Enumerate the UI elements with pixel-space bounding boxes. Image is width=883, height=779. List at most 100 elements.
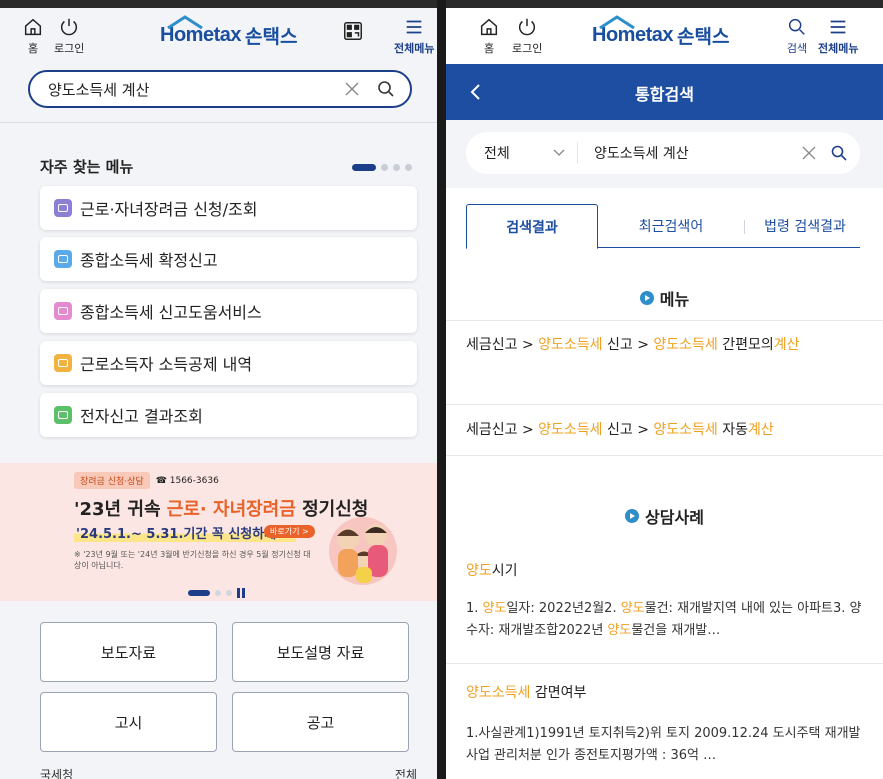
- clear-icon[interactable]: [342, 79, 362, 99]
- menu-item-icon: [54, 199, 72, 217]
- case-section-title: 상담사례: [446, 504, 883, 528]
- all-menu-label: 전체메뉴: [818, 42, 859, 55]
- all-menu-button[interactable]: 전체메뉴: [394, 16, 434, 56]
- home-label: 홈: [483, 42, 495, 55]
- status-bar: [0, 0, 437, 8]
- banner-pager[interactable]: [188, 588, 247, 598]
- frequent-menu-item[interactable]: 종합소득세 신고도움서비스: [40, 289, 417, 333]
- menu-result-text: 세금신고 > 양도소득세 신고 > 양도소득세 자동계산: [466, 422, 774, 438]
- pager-dot[interactable]: [381, 164, 388, 171]
- search-button[interactable]: 검색: [786, 16, 808, 56]
- case-body[interactable]: 1. 양도일자: 2022년2월2. 양도물건: 재개발지역 내에 있는 아파트…: [466, 598, 864, 642]
- logo-kr-text: 손택스: [244, 25, 298, 48]
- search-icon[interactable]: [376, 79, 396, 99]
- search-input[interactable]: 양도소득세 계산: [578, 143, 800, 163]
- frequent-menu-title: 자주 찾는 메뉴: [40, 158, 134, 176]
- banner-dot[interactable]: [188, 590, 210, 596]
- home-screen: 홈 로그인 Hometax 손택스 전체메뉴 양도소득세 계산 자주 찾는 메뉴…: [0, 0, 437, 779]
- menu-section-title: 메뉴: [446, 286, 883, 310]
- press-release-label: 보도자료: [100, 643, 157, 662]
- bottom-left-text: 국세청: [40, 768, 74, 779]
- roof-icon: [599, 15, 635, 29]
- hamburger-icon: [830, 20, 846, 34]
- tab-recent-keywords[interactable]: 최근검색어: [606, 204, 736, 248]
- frequent-menu-item[interactable]: 전자신고 결과조회: [40, 393, 417, 437]
- search-value: 양도소득세 계산: [48, 80, 150, 99]
- frequent-menu-item[interactable]: 종합소득세 확정신고: [40, 237, 417, 281]
- section-title-text: 상담사례: [645, 508, 704, 527]
- login-button[interactable]: 로그인: [54, 16, 84, 56]
- banner-period: '24.5.1.~ 5.31.기간 꼭 신청하세요!: [74, 523, 297, 542]
- result-tabs: 검색결과 최근검색어 법령 검색결과: [466, 204, 860, 249]
- menu-item-label: 전자신고 결과조회: [80, 407, 203, 426]
- qr-button[interactable]: [342, 20, 364, 42]
- menu-item-label: 종합소득세 신고도움서비스: [80, 303, 262, 322]
- bottom-right-text[interactable]: 전체: [395, 766, 417, 779]
- qr-icon: [344, 22, 362, 40]
- home-button[interactable]: 홈: [478, 16, 500, 56]
- page-nav-bar: 통합검색: [446, 64, 883, 120]
- menu-item-label: 근로·자녀장려금 신청/조회: [80, 200, 258, 219]
- divider: [446, 663, 883, 664]
- case-body[interactable]: 1.사실관계1)1991년 토지취득2)위 토지 2009.12.24 도시주택…: [466, 723, 864, 767]
- menu-item-label: 종합소득세 확정신고: [80, 251, 218, 270]
- all-menu-button[interactable]: 전체메뉴: [818, 16, 858, 56]
- press-explain-button[interactable]: 보도설명 자료: [232, 622, 409, 682]
- menu-item-icon: [54, 354, 72, 372]
- pager-dot[interactable]: [393, 164, 400, 171]
- divider: [0, 122, 437, 123]
- chevron-down-icon: [553, 149, 565, 156]
- case-title[interactable]: 양도시기: [466, 560, 518, 580]
- login-label: 로그인: [512, 42, 543, 55]
- press-release-button[interactable]: 보도자료: [40, 622, 217, 682]
- promo-banner[interactable]: 장려금 신청·상담 ☎ 1566-3636 '23년 귀속 근로· 자녀장려금 …: [0, 463, 437, 601]
- hometax-logo[interactable]: Hometax 손택스: [592, 15, 729, 52]
- banner-go-button[interactable]: 바로가기 >: [264, 525, 315, 538]
- search-icon: [788, 18, 805, 35]
- search-icon[interactable]: [830, 144, 848, 162]
- menu-item-label: 근로소득자 소득공제 내역: [80, 355, 253, 374]
- banner-dot[interactable]: [215, 590, 221, 596]
- menu-item-icon: [54, 406, 72, 424]
- pause-icon[interactable]: [237, 588, 247, 598]
- tab-law-results[interactable]: 법령 검색결과: [750, 204, 860, 248]
- home-button[interactable]: 홈: [22, 16, 44, 56]
- family-illustration: [329, 517, 397, 585]
- frequent-menu-item[interactable]: 근로·자녀장려금 신청/조회: [40, 186, 417, 230]
- notice-button[interactable]: 고시: [40, 692, 217, 752]
- play-circle-icon: [625, 509, 640, 523]
- notice-label: 고시: [114, 713, 143, 732]
- pager-dot[interactable]: [405, 164, 412, 171]
- login-label: 로그인: [54, 42, 85, 55]
- login-button[interactable]: 로그인: [512, 16, 542, 56]
- bottom-section-peek: 국세청 전체: [40, 766, 417, 779]
- integrated-search-box[interactable]: 전체 양도소득세 계산: [466, 132, 860, 174]
- banner-dot[interactable]: [226, 590, 232, 596]
- home-icon: [24, 18, 42, 36]
- search-label: 검색: [786, 42, 808, 55]
- clear-icon[interactable]: [800, 144, 818, 162]
- menu-item-icon: [54, 250, 72, 268]
- search-input[interactable]: 양도소득세 계산: [28, 70, 412, 108]
- frequent-menu-item[interactable]: 근로소득자 소득공제 내역: [40, 341, 417, 385]
- home-icon: [480, 18, 498, 36]
- menu-result-row[interactable]: 세금신고 > 양도소득세 신고 > 양도소득세 자동계산: [446, 404, 883, 456]
- status-bar: [446, 0, 883, 8]
- frequent-menu-pager[interactable]: [352, 164, 412, 171]
- banner-note: ※ '23년 9월 또는 '24년 3월에 반기신청을 하신 경우 5월 정기신…: [74, 550, 311, 570]
- top-bar: 홈 로그인 Hometax 손택스 전체메뉴: [0, 8, 437, 64]
- hometax-logo[interactable]: Hometax 손택스: [160, 15, 298, 52]
- tab-label: 최근검색어: [638, 219, 704, 235]
- announcement-button[interactable]: 공고: [232, 692, 409, 752]
- case-title[interactable]: 양도소득세 감면여부: [466, 682, 586, 702]
- tab-label: 검색결과: [506, 219, 558, 236]
- tab-search-results[interactable]: 검색결과: [466, 204, 598, 249]
- menu-item-icon: [54, 302, 72, 320]
- page-title: 통합검색: [635, 85, 694, 104]
- menu-result-row[interactable]: 세금신고 > 양도소득세 신고 > 양도소득세 간편모의계산: [446, 320, 883, 404]
- banner-phone: ☎ 1566-3636: [155, 475, 219, 486]
- pager-dot[interactable]: [352, 164, 376, 171]
- tab-label: 법령 검색결과: [764, 219, 846, 235]
- scope-select[interactable]: 전체: [466, 142, 578, 164]
- banner-tag-pill: 장려금 신청·상담: [74, 472, 150, 489]
